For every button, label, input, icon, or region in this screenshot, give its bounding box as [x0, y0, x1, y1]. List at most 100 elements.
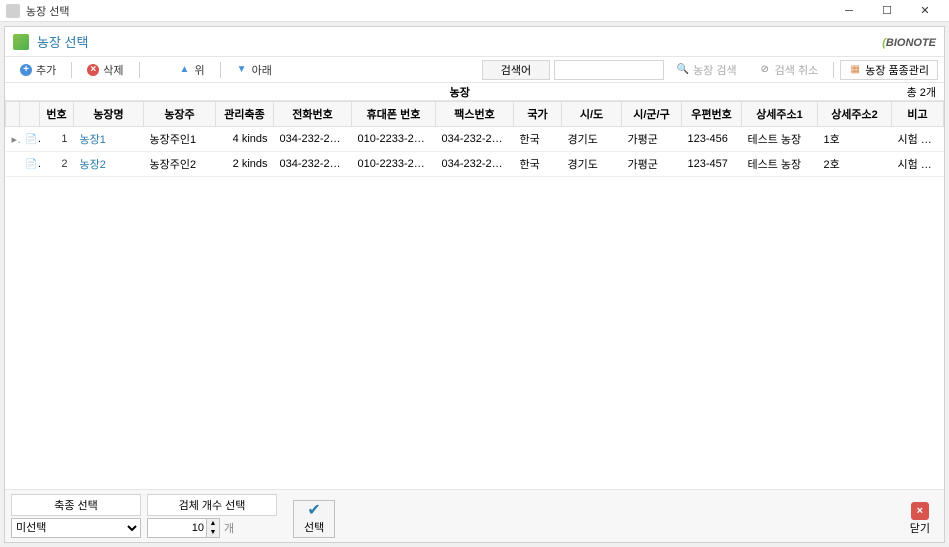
count-unit: 개 [224, 520, 234, 536]
count-input[interactable] [147, 518, 207, 538]
maximize-button[interactable]: ☐ [869, 1, 905, 21]
farm-table: 번호 농장명 농장주 관리축종 전화번호 휴대폰 번호 팩스번호 국가 시/도 … [5, 101, 944, 177]
col-note[interactable]: 비고 [892, 102, 944, 127]
main-container: 농장 선택 (BIONOTE 추가 삭제 위 아래 검색어 농장 [4, 26, 945, 543]
move-down-button[interactable]: 아래 [227, 60, 281, 80]
window-controls: ─ ☐ ✕ [831, 1, 943, 21]
species-select[interactable]: 미선택 [11, 518, 141, 538]
delete-icon [87, 64, 99, 76]
count-label: 검체 개수 선택 [147, 494, 277, 516]
close-window-button[interactable]: ✕ [907, 1, 943, 21]
cell-phone: 034-232-2424 [274, 152, 352, 177]
col-zip[interactable]: 우편번호 [682, 102, 742, 127]
search-label: 검색어 [482, 60, 550, 80]
cell-name[interactable]: 농장1 [74, 127, 144, 152]
table-container: 번호 농장명 농장주 관리축종 전화번호 휴대폰 번호 팩스번호 국가 시/도 … [5, 101, 944, 489]
add-button[interactable]: 추가 [11, 60, 65, 80]
cell-owner: 농장주인2 [144, 152, 216, 177]
cell-sigungu: 가평군 [622, 152, 682, 177]
cell-name[interactable]: 농장2 [74, 152, 144, 177]
cancel-search-button[interactable]: 검색 취소 [750, 60, 828, 80]
note-icon [26, 134, 38, 146]
cell-zip: 123-456 [682, 127, 742, 152]
spin-up[interactable]: ▲ [207, 519, 219, 528]
cell-addr2: 2호 [818, 152, 892, 177]
row-indicator: ▸ [6, 127, 20, 152]
count-spinner: ▲ ▼ 개 [147, 518, 277, 538]
col-species[interactable]: 관리축종 [216, 102, 274, 127]
close-icon: × [911, 502, 929, 520]
cell-fax: 034-232-2425 [436, 152, 514, 177]
col-phone[interactable]: 전화번호 [274, 102, 352, 127]
species-label: 축종 선택 [11, 494, 141, 516]
cell-note: 시험 농장 2 [892, 152, 944, 177]
cell-sido: 경기도 [562, 127, 622, 152]
page-header: 농장 선택 (BIONOTE [5, 27, 944, 57]
table-row[interactable]: ▸1농장1농장주인14 kinds034-232-2424010-2233-24… [6, 127, 944, 152]
cell-num: 1 [40, 127, 74, 152]
cell-note: 시험 농장 1 [892, 127, 944, 152]
col-country[interactable]: 국가 [514, 102, 562, 127]
col-name[interactable]: 농장명 [74, 102, 144, 127]
col-num[interactable]: 번호 [40, 102, 74, 127]
cell-fax: 034-232-2425 [436, 127, 514, 152]
delete-button[interactable]: 삭제 [78, 60, 132, 80]
col-fax[interactable]: 팩스번호 [436, 102, 514, 127]
row-icon [20, 152, 40, 177]
cell-addr1: 테스트 농장 [742, 152, 818, 177]
table-row[interactable]: 2농장2농장주인22 kinds034-232-2424010-2233-242… [6, 152, 944, 177]
spinner-buttons: ▲ ▼ [207, 518, 220, 538]
check-icon: ✔ [307, 503, 320, 519]
manage-breeds-button[interactable]: 농장 품종관리 [840, 60, 938, 80]
close-btn-label: 닫기 [910, 520, 930, 536]
col-addr1[interactable]: 상세주소1 [742, 102, 818, 127]
search-input[interactable] [554, 60, 664, 80]
col-sido[interactable]: 시/도 [562, 102, 622, 127]
select-btn-label: 선택 [304, 519, 324, 535]
select-button[interactable]: ✔ 선택 [293, 500, 335, 538]
cell-country: 한국 [514, 127, 562, 152]
search-button[interactable]: 농장 검색 [668, 60, 746, 80]
cell-country: 한국 [514, 152, 562, 177]
col-icon [20, 102, 40, 127]
cell-sido: 경기도 [562, 152, 622, 177]
manage-label: 농장 품종관리 [865, 62, 929, 78]
row-icon [20, 127, 40, 152]
cell-phone: 034-232-2424 [274, 127, 352, 152]
summary-title: 농장 [13, 84, 907, 100]
summary-bar: 농장 총 2개 [5, 83, 944, 101]
cell-sigungu: 가평군 [622, 127, 682, 152]
minimize-button[interactable]: ─ [831, 1, 867, 21]
col-owner[interactable]: 농장주 [144, 102, 216, 127]
cell-num: 2 [40, 152, 74, 177]
cell-species: 4 kinds [216, 127, 274, 152]
plus-icon [20, 64, 32, 76]
window-titlebar: 농장 선택 ─ ☐ ✕ [0, 0, 949, 22]
cell-addr1: 테스트 농장 [742, 127, 818, 152]
col-addr2[interactable]: 상세주소2 [818, 102, 892, 127]
move-up-button[interactable]: 위 [170, 60, 214, 80]
cell-mobile: 010-2233-2424 [352, 127, 436, 152]
brand-logo: (BIONOTE [882, 33, 936, 51]
cell-mobile: 010-2233-2424 [352, 152, 436, 177]
close-button[interactable]: × 닫기 [902, 500, 938, 538]
grid-icon [849, 64, 861, 76]
col-mobile[interactable]: 휴대폰 번호 [352, 102, 436, 127]
search-icon [677, 64, 689, 76]
separator [220, 62, 221, 78]
separator [833, 62, 834, 78]
col-arrow [6, 102, 20, 127]
cancel-icon [759, 64, 771, 76]
delete-label: 삭제 [103, 62, 123, 78]
count-group: 검체 개수 선택 ▲ ▼ 개 [147, 494, 277, 538]
cell-zip: 123-457 [682, 152, 742, 177]
cell-species: 2 kinds [216, 152, 274, 177]
bottom-bar: 축종 선택 미선택 검체 개수 선택 ▲ ▼ 개 ✔ 선택 × 닫기 [5, 489, 944, 542]
row-indicator [6, 152, 20, 177]
app-icon [6, 4, 20, 18]
spin-down[interactable]: ▼ [207, 528, 219, 537]
col-sigungu[interactable]: 시/군/구 [622, 102, 682, 127]
add-label: 추가 [36, 62, 56, 78]
search-btn-label: 농장 검색 [693, 62, 737, 78]
page-title: 농장 선택 [37, 32, 882, 51]
